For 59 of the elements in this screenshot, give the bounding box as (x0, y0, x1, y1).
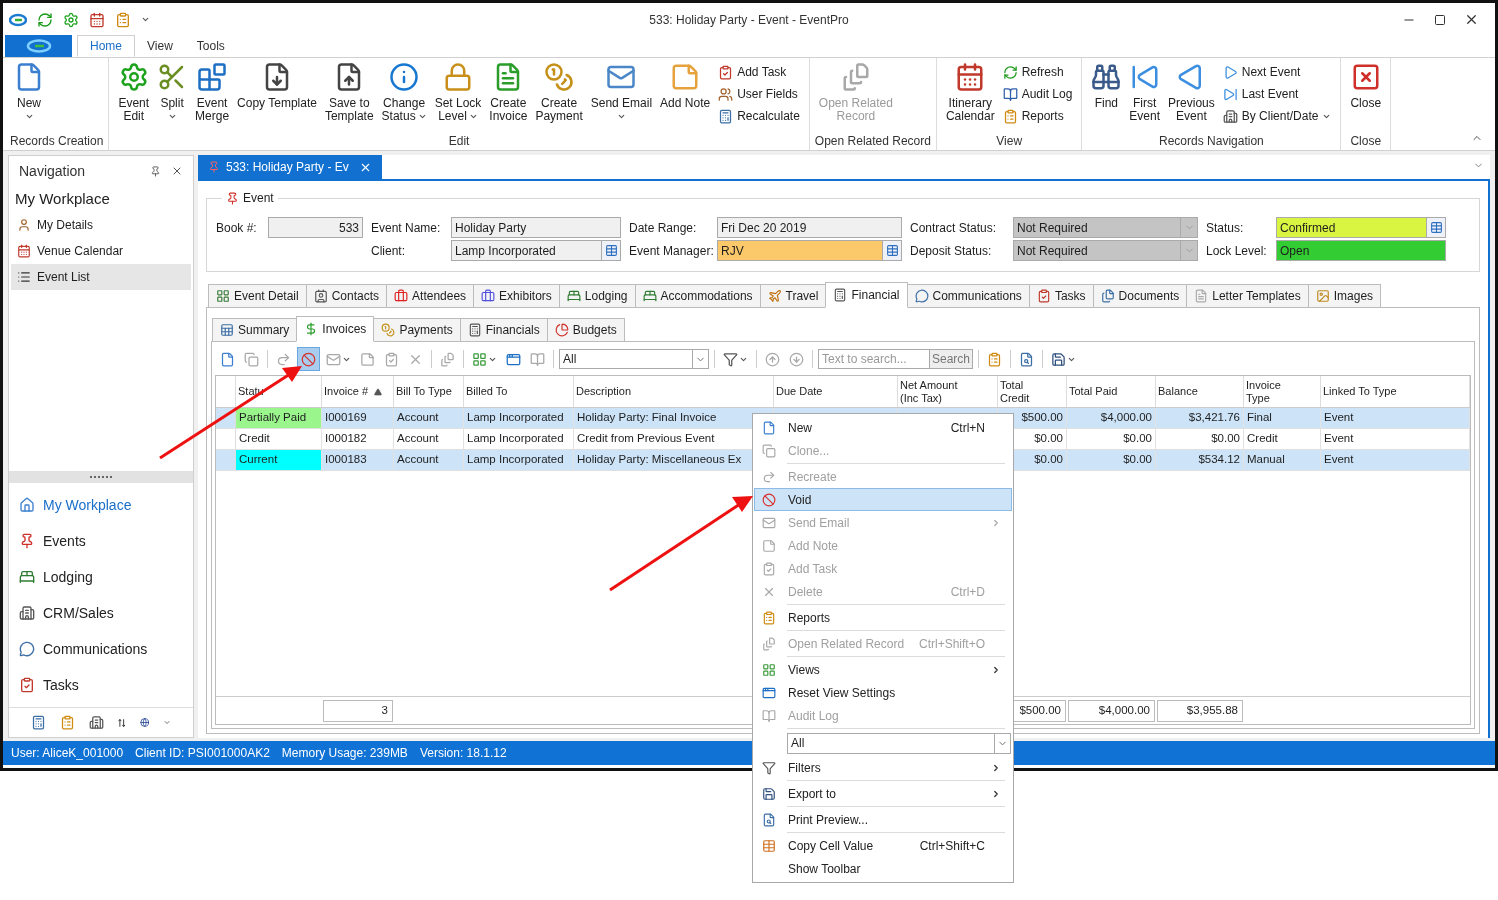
table-cell-text: Holiday Party: Final Invoice (576, 410, 718, 426)
field-label: Event Name: (371, 219, 442, 237)
status-text: User: AliceK_001000 (11, 745, 124, 762)
panel-title: Navigation (19, 161, 87, 181)
field-label: Book #: (216, 219, 258, 237)
group-label: Records Creation (10, 133, 104, 150)
table-cell-text: Holiday Party: Miscellaneous Ex (576, 452, 743, 468)
table-cell-text: $4,000.00 (1099, 410, 1153, 426)
table-cell-text: Manual (1246, 452, 1286, 468)
table-cell-text: Account (396, 452, 440, 468)
table-cell-text: $3,421.76 (1187, 410, 1241, 426)
section-heading: My Workplace (14, 188, 111, 209)
status-text: Version: 18.1.12 (419, 745, 507, 762)
status-text: Memory Usage: 239MB (281, 745, 408, 762)
table-cell-text: $0.00 (1210, 431, 1241, 447)
status-cell: Partially Paid (236, 408, 321, 428)
group-title: Event (243, 190, 274, 207)
table-cell-text: $0.00 (1122, 452, 1153, 468)
status-text: Client ID: PSI001000AK2 (135, 745, 270, 762)
table-cell-text: $500.00 (1020, 410, 1064, 426)
table-cell-text: Lamp Incorporated (466, 452, 565, 468)
table-cell-text: $534.12 (1197, 452, 1241, 468)
table-cell-text: Lamp Incorporated (466, 431, 565, 447)
summary-cell: $3,955.88 (1157, 699, 1243, 722)
status-cell-text: Credit (238, 431, 271, 447)
window-title: 533: Holiday Party - Event - EventPro (648, 11, 850, 29)
table-cell-text: Lamp Incorporated (466, 410, 565, 426)
table-cell-text: Final (1246, 410, 1273, 426)
group-label: Close (1349, 133, 1383, 150)
table-cell-text: Credit from Previous Event (576, 431, 716, 447)
field-label: Contract Status: (910, 219, 998, 237)
shortcut-text: Ctrl+Shift+O (918, 635, 985, 653)
table-cell-text: I000169 (324, 410, 368, 426)
shortcut-text: Ctrl+N (950, 419, 985, 437)
group-label: View (995, 133, 1024, 150)
shortcut-text: Ctrl+Shift+C (919, 837, 985, 855)
table-cell-text: $0.00 (1122, 431, 1153, 447)
field-label: Date Range: (629, 219, 698, 237)
field-label: Deposit Status: (910, 242, 993, 260)
table-cell-text: Credit (1246, 431, 1279, 447)
table-cell-text: Account (396, 431, 440, 447)
status-cell: Current (236, 450, 321, 470)
group-label: Open Related Record (814, 133, 931, 150)
group-label: Edit (447, 133, 471, 150)
summary-cell: 3 (323, 699, 393, 722)
table-cell-text: I000182 (324, 431, 368, 447)
table-cell-text: Event (1323, 452, 1355, 468)
shortcut-text: Ctrl+D (950, 583, 985, 601)
summary-cell: $4,000.00 (1068, 699, 1155, 722)
field-label: Status: (1206, 219, 1245, 237)
field-label: Lock Level: (1206, 242, 1268, 260)
table-cell-text: Event (1323, 410, 1355, 426)
table-cell-text: I000183 (324, 452, 368, 468)
group-label: Records Navigation (1158, 133, 1265, 150)
field-label: Client: (371, 242, 406, 260)
table-cell-text: $0.00 (1033, 452, 1064, 468)
table-cell-text: Account (396, 410, 440, 426)
table-cell-text: Event (1323, 431, 1355, 447)
table-cell-text: $0.00 (1033, 431, 1064, 447)
